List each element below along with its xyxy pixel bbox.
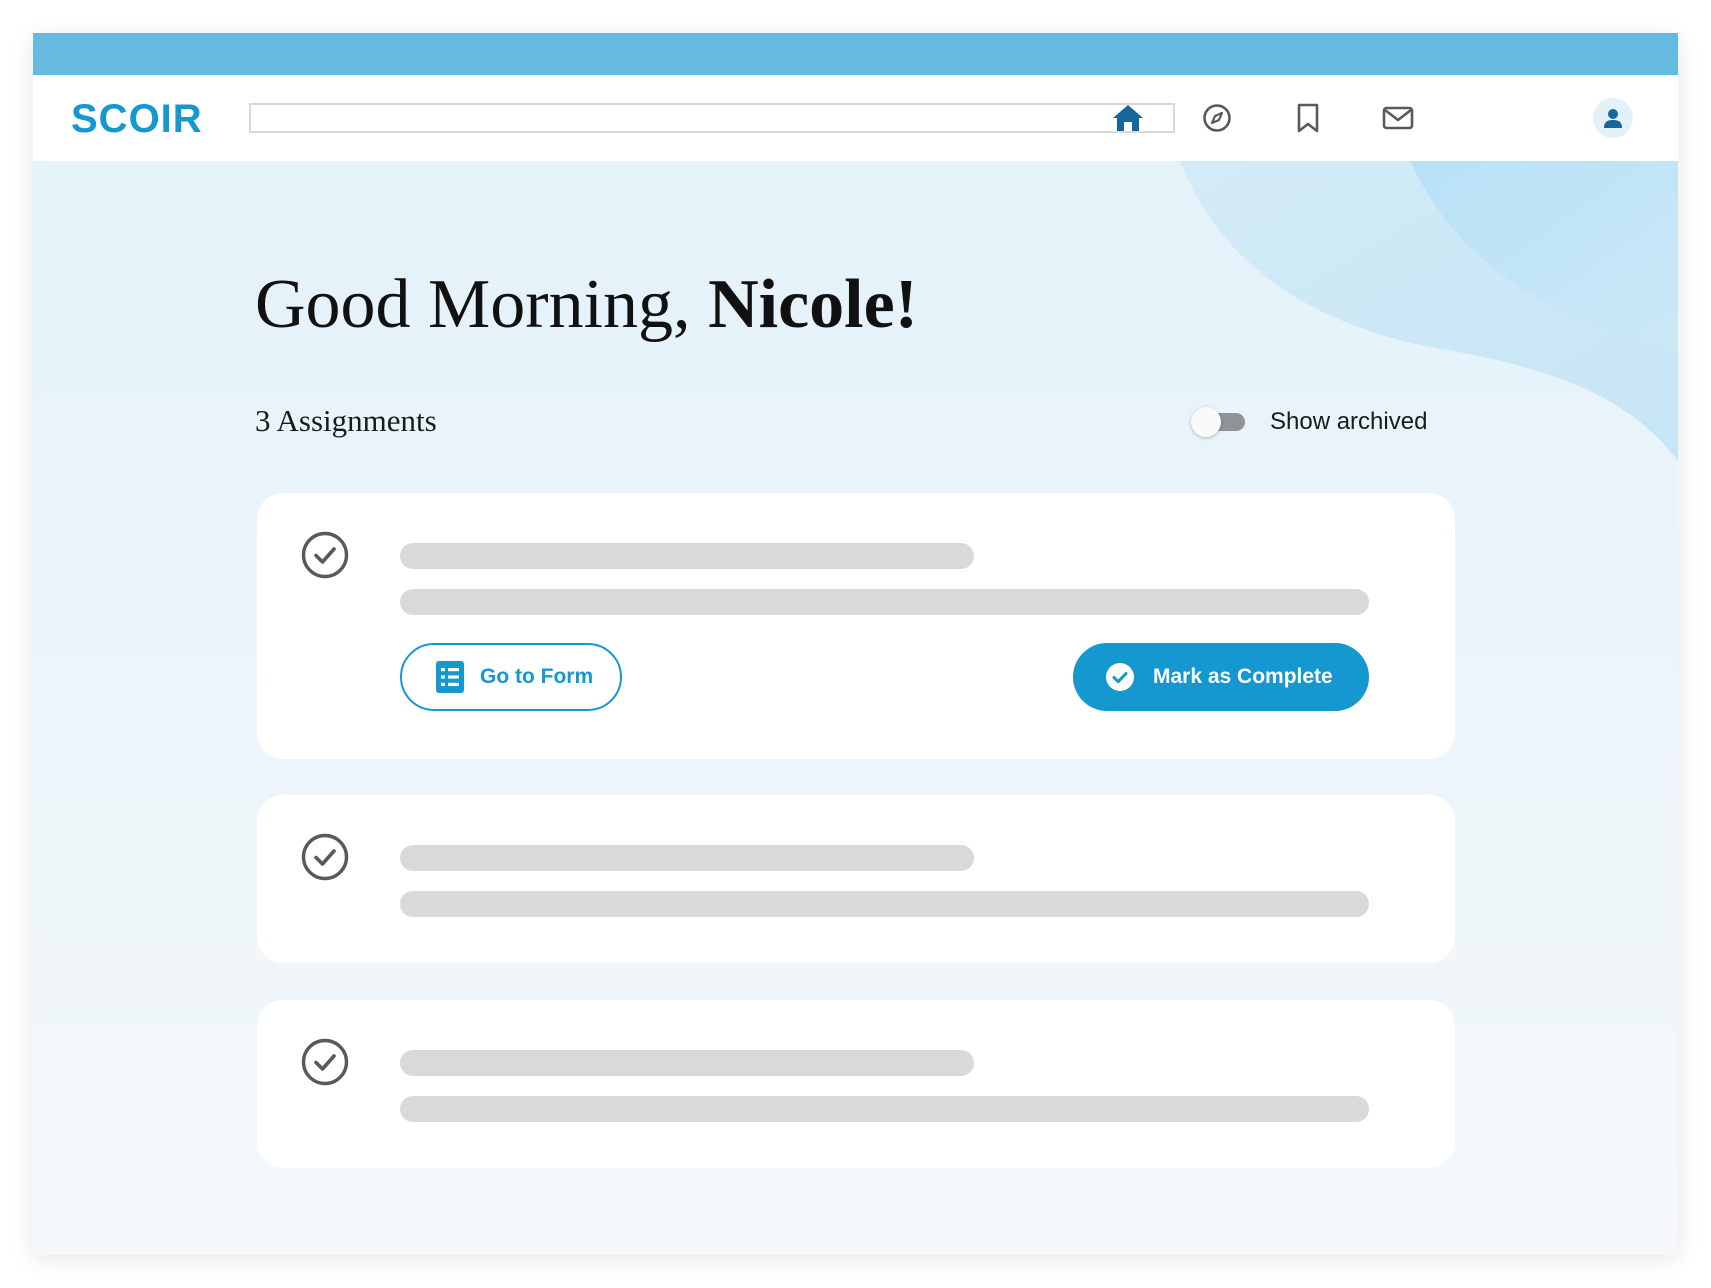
app-window: SCOIR Good Morning, Nicole! 3 Assignment…: [33, 33, 1678, 1255]
assignment-card: [257, 1000, 1455, 1168]
assignment-card: Go to Form Mark as Complete: [257, 493, 1455, 759]
loading-description-placeholder: [400, 589, 1369, 615]
bookmark-icon: [1297, 103, 1319, 133]
loading-description-placeholder: [400, 891, 1369, 917]
home-icon: [1113, 105, 1143, 131]
mail-icon: [1382, 106, 1414, 130]
form-list-icon: [436, 661, 464, 693]
profile-avatar-button[interactable]: [1593, 98, 1633, 138]
check-circle-icon[interactable]: [301, 531, 349, 579]
assignment-count: 3 Assignments: [255, 403, 437, 438]
show-archived-label: Show archived: [1270, 408, 1428, 435]
compass-icon: [1203, 104, 1231, 132]
nav-messages-button[interactable]: [1378, 98, 1418, 138]
toggle-knob: [1191, 407, 1221, 437]
loading-title-placeholder: [400, 543, 974, 569]
loading-title-placeholder: [400, 845, 974, 871]
assignment-card: [257, 795, 1455, 963]
loading-title-placeholder: [400, 1050, 974, 1076]
user-icon: [1604, 109, 1622, 128]
check-circle-icon[interactable]: [301, 1038, 349, 1086]
nav-home-button[interactable]: [1108, 98, 1148, 138]
loading-description-placeholder: [400, 1096, 1369, 1122]
check-circle-icon[interactable]: [301, 833, 349, 881]
greeting-prefix: Good Morning,: [255, 266, 709, 343]
search-input[interactable]: [249, 103, 1175, 133]
check-circle-filled-icon: [1106, 663, 1134, 691]
scoir-logo[interactable]: SCOIR: [71, 97, 203, 141]
show-archived-toggle[interactable]: [1191, 407, 1247, 437]
go-to-form-label: Go to Form: [480, 665, 594, 688]
greeting-heading: Good Morning, Nicole!: [255, 265, 918, 345]
nav-explore-button[interactable]: [1197, 98, 1237, 138]
greeting-name: Nicole!: [708, 266, 918, 343]
go-to-form-button[interactable]: Go to Form: [400, 643, 622, 711]
mark-as-complete-button[interactable]: Mark as Complete: [1073, 643, 1369, 711]
mark-as-complete-label: Mark as Complete: [1153, 665, 1333, 688]
navbar: SCOIR: [33, 75, 1678, 161]
top-strip: [33, 33, 1678, 75]
nav-saved-button[interactable]: [1288, 98, 1328, 138]
